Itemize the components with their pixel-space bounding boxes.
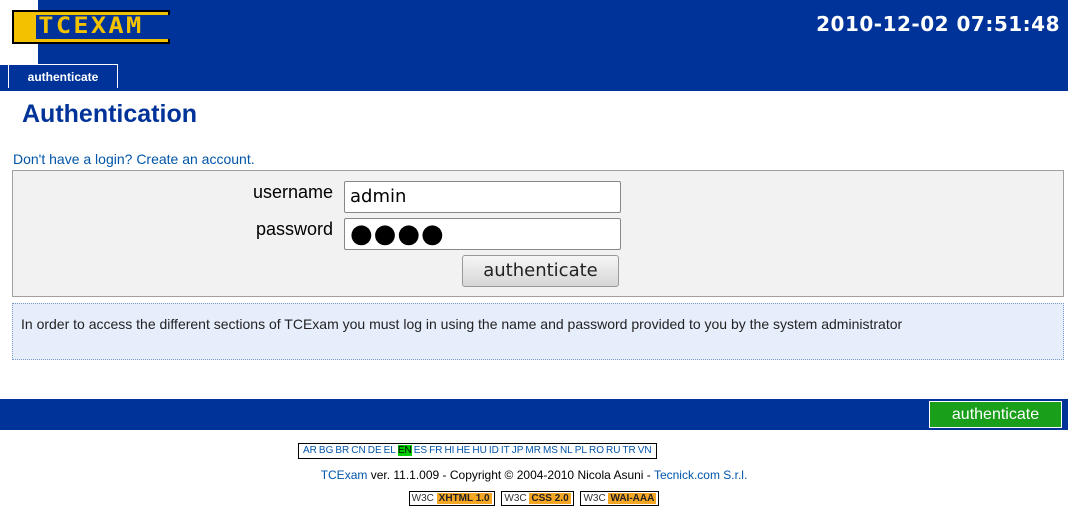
clock-datetime: 2010-12-02 07:51:48 xyxy=(816,12,1060,36)
username-label: username xyxy=(252,182,333,202)
language-el[interactable]: EL xyxy=(384,445,396,456)
password-label: password xyxy=(255,219,333,239)
w3c-css-badge[interactable]: W3C CSS 2.0 xyxy=(501,491,574,506)
username-input[interactable]: admin xyxy=(344,181,621,213)
language-en[interactable]: EN xyxy=(397,445,412,456)
copyright-text: ver. 11.1.009 - Copyright © 2004-2010 Ni… xyxy=(367,468,654,482)
logo-text: TCEXAM xyxy=(36,15,188,39)
language-bg[interactable]: BG xyxy=(319,445,333,456)
tab-authenticate[interactable]: authenticate xyxy=(8,64,118,88)
language-de[interactable]: DE xyxy=(368,445,382,456)
header-bar: TCEXAM 2010-12-02 07:51:48 authenticate xyxy=(0,0,1068,91)
footer-authenticate-button[interactable]: authenticate xyxy=(929,401,1062,428)
language-ro[interactable]: RO xyxy=(589,445,604,456)
language-pl[interactable]: PL xyxy=(575,445,587,456)
tecnick-link[interactable]: Tecnick.com S.r.l. xyxy=(654,468,747,482)
language-selector: AR BG BR CN DE EL EN ES FR HI HE HU ID IT JP MR MS NL PL RO… xyxy=(298,443,657,459)
language-ms[interactable]: MS xyxy=(543,445,558,456)
authenticate-button[interactable]: authenticate xyxy=(462,255,619,287)
language-ar[interactable]: AR xyxy=(303,445,317,456)
language-es[interactable]: ES xyxy=(414,445,427,456)
w3c-badges: W3C XHTML 1.0 W3C CSS 2.0 W3C WAI-AAA xyxy=(0,491,1068,506)
language-mr[interactable]: MR xyxy=(525,445,541,456)
language-tr[interactable]: TR xyxy=(622,445,635,456)
footer-bar: authenticate xyxy=(0,399,1068,430)
create-account-link[interactable]: Don't have a login? Create an account. xyxy=(13,151,255,167)
page-title: Authentication xyxy=(22,100,197,128)
language-hu[interactable]: HU xyxy=(472,445,486,456)
language-he[interactable]: HE xyxy=(456,445,470,456)
tcexam-logo[interactable]: TCEXAM xyxy=(12,10,188,44)
login-help-text: In order to access the different section… xyxy=(12,303,1064,360)
language-hi[interactable]: HI xyxy=(444,445,454,456)
language-it[interactable]: IT xyxy=(501,445,510,456)
language-ru[interactable]: RU xyxy=(606,445,620,456)
tcexam-link[interactable]: TCExam xyxy=(321,468,368,482)
login-form: username admin password ●●●● authenticat… xyxy=(12,170,1064,297)
language-id[interactable]: ID xyxy=(489,445,499,456)
language-vn[interactable]: VN xyxy=(638,445,652,456)
language-nl[interactable]: NL xyxy=(560,445,573,456)
language-fr[interactable]: FR xyxy=(429,445,442,456)
w3c-xhtml-badge[interactable]: W3C XHTML 1.0 xyxy=(408,491,495,506)
w3c-wai-badge[interactable]: W3C WAI-AAA xyxy=(580,491,660,506)
language-cn[interactable]: CN xyxy=(351,445,365,456)
language-jp[interactable]: JP xyxy=(512,445,524,456)
password-input[interactable]: ●●●● xyxy=(344,218,621,250)
language-br[interactable]: BR xyxy=(335,445,349,456)
copyright-line: TCExam ver. 11.1.009 - Copyright © 2004-… xyxy=(0,468,1068,482)
